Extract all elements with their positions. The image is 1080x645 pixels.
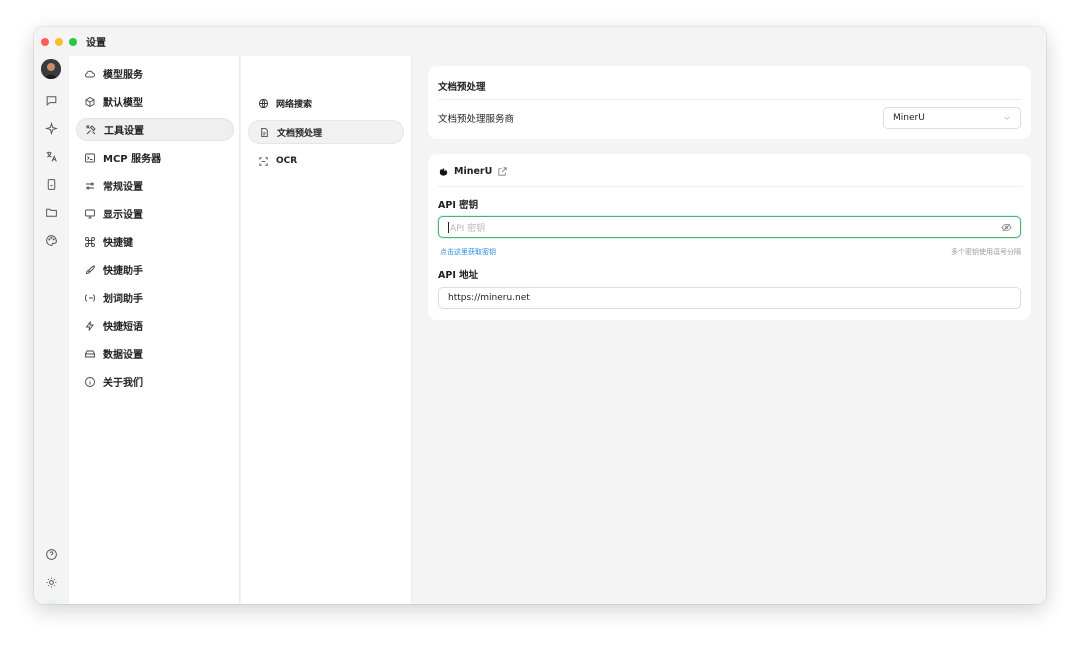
- menu-item-mcp-servers[interactable]: MCP 服务器: [76, 146, 234, 169]
- sliders-icon: [84, 180, 96, 192]
- get-api-key-link[interactable]: 点击这里获取密钥: [440, 247, 496, 257]
- chat-icon[interactable]: [41, 90, 61, 110]
- palette-icon[interactable]: [41, 230, 61, 250]
- menu-item-label: 模型服务: [103, 70, 143, 81]
- api-key-placeholder: API 密钥: [450, 223, 486, 234]
- provider-label: 文档预处理服务商: [438, 114, 515, 125]
- divider: [438, 186, 1021, 187]
- menu-item-tool-settings[interactable]: 工具设置: [76, 118, 234, 141]
- tools-item-document-preprocessing[interactable]: 文档预处理: [248, 120, 404, 144]
- avatar[interactable]: [41, 59, 61, 79]
- api-key-label: API 密钥: [438, 200, 479, 211]
- file-icon: [259, 127, 270, 138]
- api-host-value: https://mineru.net: [448, 293, 530, 303]
- maximize-window-button[interactable]: [69, 37, 77, 46]
- menu-item-label: 快捷短语: [103, 322, 143, 333]
- provider-select[interactable]: MinerU: [883, 107, 1021, 129]
- tools-icon: [85, 124, 97, 136]
- menu-item-default-model[interactable]: 默认模型: [76, 90, 234, 113]
- menu-item-label: 关于我们: [103, 378, 143, 389]
- menu-item-label: 显示设置: [103, 210, 143, 221]
- tools-item-label: 网络搜索: [276, 99, 313, 110]
- terminal-icon: [84, 152, 96, 164]
- hard-drive-icon: [84, 348, 96, 360]
- settings-icon[interactable]: [41, 600, 61, 604]
- menu-item-quick-assistant[interactable]: 快捷助手: [76, 258, 234, 281]
- translate-icon[interactable]: [41, 146, 61, 166]
- api-host-input[interactable]: https://mineru.net: [438, 287, 1021, 309]
- menu-item-selection-assistant[interactable]: 划词助手: [76, 286, 234, 309]
- menu-item-label: 划词助手: [103, 294, 143, 305]
- cube-icon: [84, 96, 96, 108]
- preprocess-card: 文档预处理 文档预处理服务商 MinerU: [428, 66, 1031, 139]
- window-title: 设置: [86, 38, 106, 49]
- sparkle-icon[interactable]: [41, 118, 61, 138]
- tools-menu: 网络搜索 文档预处理 OCR: [241, 56, 412, 604]
- card-title: 文档预处理: [438, 82, 486, 93]
- brightness-icon[interactable]: [41, 572, 61, 592]
- provider-name: MinerU: [454, 166, 493, 177]
- provider-header: MinerU: [438, 166, 508, 177]
- provider-select-value: MinerU: [893, 113, 925, 123]
- globe-icon: [258, 98, 269, 109]
- title-bar: 设置: [34, 27, 1046, 56]
- menu-item-general-settings[interactable]: 常规设置: [76, 174, 234, 197]
- menu-item-quick-phrases[interactable]: 快捷短语: [76, 314, 234, 337]
- minimize-window-button[interactable]: [55, 37, 63, 46]
- menu-item-shortcuts[interactable]: 快捷键: [76, 230, 234, 253]
- eye-off-icon[interactable]: [1001, 222, 1012, 233]
- cloud-icon: [84, 68, 96, 80]
- text-select-icon: [84, 292, 96, 304]
- api-host-label: API 地址: [438, 270, 479, 281]
- tools-item-label: 文档预处理: [277, 128, 323, 139]
- settings-window: 设置 模型服务 默认模型 工具设置 MCP 服务器 常规设置 显示设置 快捷键 …: [34, 27, 1046, 604]
- scan-icon: [258, 156, 269, 167]
- menu-item-label: MCP 服务器: [103, 154, 162, 165]
- chevron-down-icon: [1004, 116, 1010, 120]
- close-window-button[interactable]: [41, 37, 49, 46]
- traffic-lights: [41, 37, 77, 46]
- zap-icon: [84, 320, 96, 332]
- rocket-icon: [84, 264, 96, 276]
- settings-content: 文档预处理 文档预处理服务商 MinerU MinerU API 密钥 API …: [413, 56, 1046, 604]
- external-link-icon[interactable]: [497, 166, 508, 177]
- settings-menu: 模型服务 默认模型 工具设置 MCP 服务器 常规设置 显示设置 快捷键 快捷助…: [69, 56, 240, 604]
- menu-item-about-us[interactable]: 关于我们: [76, 370, 234, 393]
- menu-item-label: 数据设置: [103, 350, 143, 361]
- mineru-logo-icon: [439, 167, 448, 176]
- command-icon: [84, 236, 96, 248]
- help-icon[interactable]: [41, 544, 61, 564]
- multi-key-hint: 多个密钥使用逗号分隔: [951, 248, 1021, 256]
- menu-item-display-settings[interactable]: 显示设置: [76, 202, 234, 225]
- menu-item-label: 工具设置: [104, 126, 144, 137]
- menu-item-label: 默认模型: [103, 98, 143, 109]
- divider: [438, 99, 1021, 100]
- menu-item-label: 常规设置: [103, 182, 143, 193]
- info-icon: [84, 376, 96, 388]
- api-key-input[interactable]: API 密钥: [438, 216, 1021, 238]
- monitor-icon: [84, 208, 96, 220]
- menu-item-label: 快捷键: [103, 238, 133, 249]
- text-caret: [448, 221, 449, 233]
- menu-item-label: 快捷助手: [103, 266, 143, 277]
- menu-item-data-settings[interactable]: 数据设置: [76, 342, 234, 365]
- provider-card: MinerU API 密钥 API 密钥 点击这里获取密钥 多个密钥使用逗号分隔…: [428, 154, 1031, 320]
- menu-item-model-service[interactable]: 模型服务: [76, 62, 234, 85]
- folder-icon[interactable]: [41, 202, 61, 222]
- tools-item-label: OCR: [276, 156, 298, 166]
- tools-item-web-search[interactable]: 网络搜索: [248, 91, 404, 115]
- tools-item-ocr[interactable]: OCR: [248, 149, 404, 173]
- mobile-icon[interactable]: [41, 174, 61, 194]
- app-icon-bar: [34, 56, 69, 604]
